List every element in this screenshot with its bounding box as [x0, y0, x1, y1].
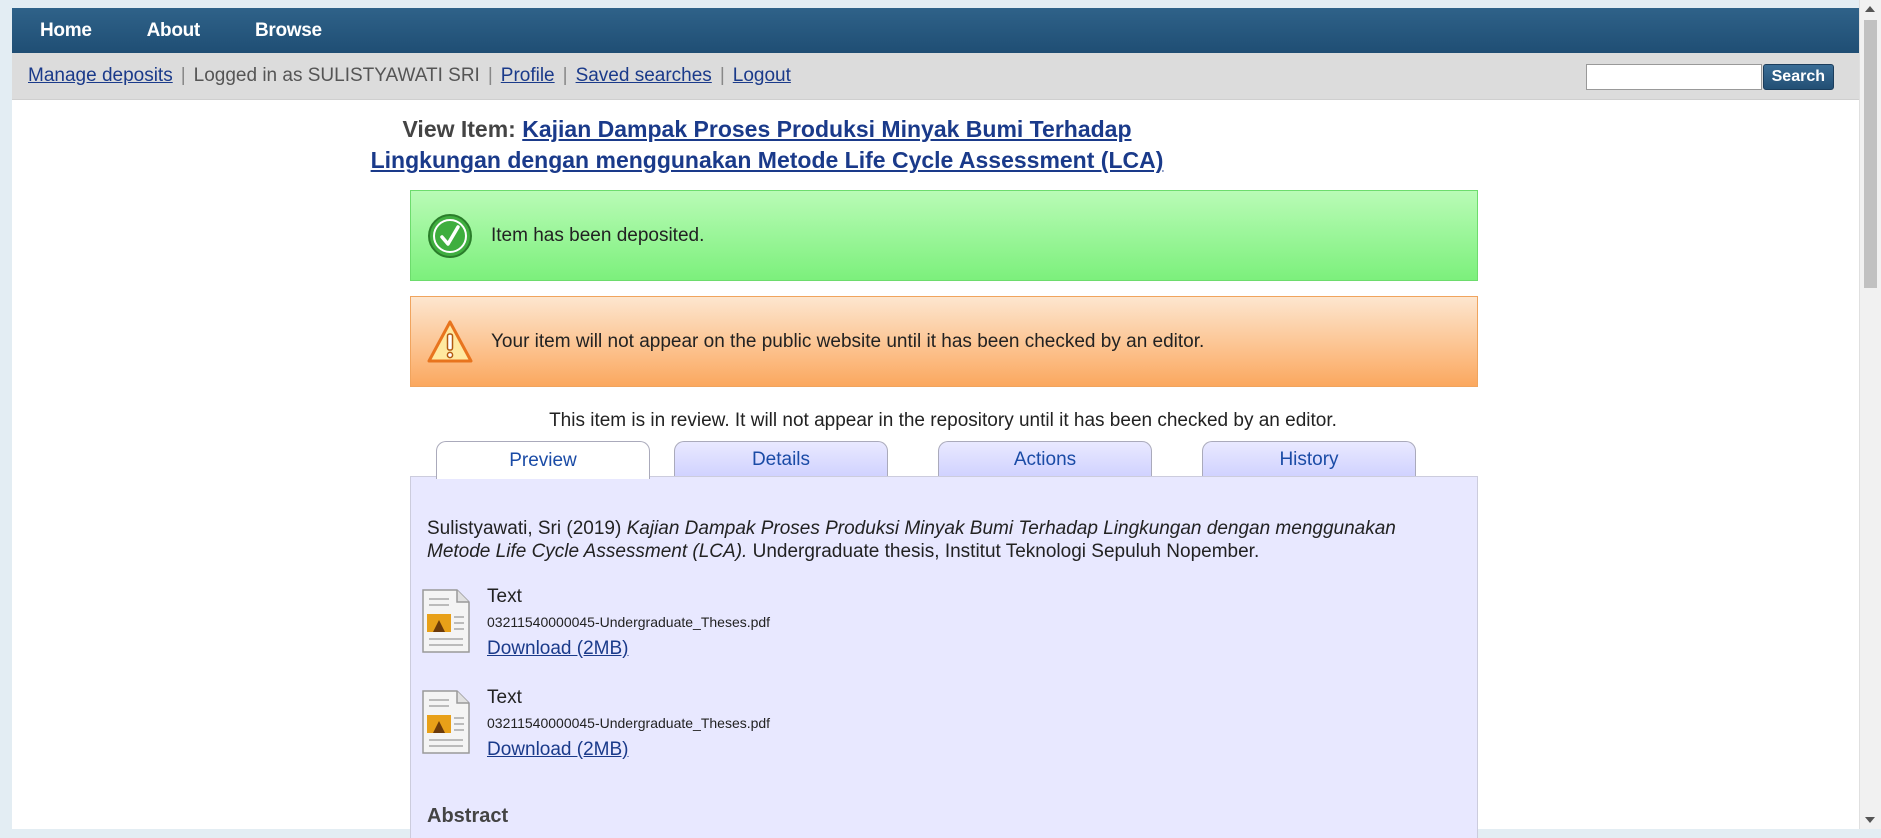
separator: |: [487, 65, 493, 86]
scroll-down-arrow-icon[interactable]: [1865, 817, 1875, 823]
warning-message: Your item will not appear on the public …: [410, 296, 1478, 387]
nav-browse-link[interactable]: Browse: [255, 20, 322, 42]
page-title: View Item: Kajian Dampak Proses Produksi…: [352, 114, 1182, 176]
vertical-scrollbar[interactable]: [1859, 0, 1881, 829]
abstract-heading: Abstract: [427, 805, 509, 827]
citation: Sulistyawati, Sri (2019) Kajian Dampak P…: [427, 517, 1447, 563]
tab-preview[interactable]: Preview: [436, 441, 650, 479]
document-filename: 03211540000045-Undergraduate_Theses.pdf: [487, 715, 771, 731]
top-navigation: Home About Browse: [12, 8, 1860, 53]
scrollbar-thumb[interactable]: [1864, 20, 1877, 288]
download-link[interactable]: Download (2MB): [487, 739, 629, 761]
title-prefix: View Item:: [402, 116, 516, 142]
item-tabs: Preview Details Actions History: [410, 441, 1476, 479]
scroll-up-arrow-icon[interactable]: [1865, 6, 1875, 12]
review-notice: This item is in review. It will not appe…: [549, 410, 1337, 431]
saved-searches-link[interactable]: Saved searches: [576, 65, 712, 87]
citation-details: Undergraduate thesis, Institut Teknologi…: [752, 541, 1260, 562]
logged-in-text: Logged in as SULISTYAWATI SRI: [193, 65, 480, 86]
user-toolbar: Manage deposits | Logged in as SULISTYAW…: [12, 53, 1860, 100]
separator: |: [180, 65, 186, 86]
warning-text: Your item will not appear on the public …: [491, 330, 1205, 352]
success-message: Item has been deposited.: [410, 190, 1478, 281]
pdf-document-icon[interactable]: [421, 689, 471, 755]
download-link[interactable]: Download (2MB): [487, 638, 629, 660]
profile-link[interactable]: Profile: [501, 65, 555, 87]
logout-link[interactable]: Logout: [733, 65, 791, 87]
tab-history[interactable]: History: [1202, 441, 1416, 478]
document-type: Text: [487, 586, 522, 607]
nav-about-link[interactable]: About: [147, 20, 201, 42]
separator: |: [562, 65, 568, 86]
search-button[interactable]: Search: [1762, 64, 1834, 90]
tab-actions[interactable]: Actions: [938, 441, 1152, 478]
checkmark-icon: [428, 213, 472, 258]
warning-icon: [427, 320, 473, 362]
search-input[interactable]: [1586, 64, 1762, 90]
separator: |: [719, 65, 725, 86]
preview-panel: Sulistyawati, Sri (2019) Kajian Dampak P…: [410, 476, 1478, 838]
document-filename: 03211540000045-Undergraduate_Theses.pdf: [487, 614, 771, 630]
nav-home-link[interactable]: Home: [40, 20, 92, 42]
document-type: Text: [487, 687, 522, 708]
page: Home About Browse Manage deposits | Logg…: [12, 8, 1860, 838]
tab-details[interactable]: Details: [674, 441, 888, 478]
citation-authors: Sulistyawati, Sri (2019): [427, 518, 622, 539]
success-text: Item has been deposited.: [491, 224, 705, 246]
pdf-document-icon[interactable]: [421, 588, 471, 654]
manage-deposits-link[interactable]: Manage deposits: [28, 65, 173, 87]
